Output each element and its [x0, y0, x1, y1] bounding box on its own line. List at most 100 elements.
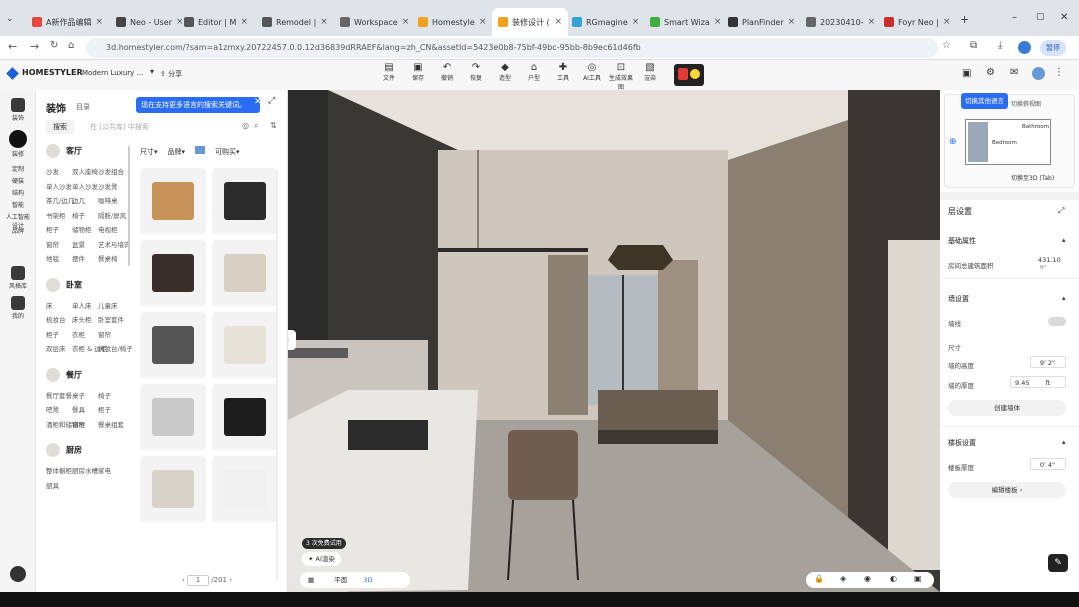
- category-item[interactable]: 沙发组合: [98, 166, 124, 176]
- tab-3[interactable]: Remodel | ×: [256, 8, 332, 36]
- product-card[interactable]: [212, 384, 278, 450]
- close-window-icon[interactable]: ✕: [1060, 12, 1068, 23]
- product-card[interactable]: [212, 240, 278, 306]
- category-item[interactable]: 卧室套件: [98, 314, 124, 324]
- rail-item-0[interactable]: 装饰: [4, 98, 32, 122]
- tab-8[interactable]: Smart Wiza ×: [644, 8, 720, 36]
- toolbar-button-9[interactable]: ▧ 渲染: [637, 62, 663, 82]
- category-header[interactable]: 卧室: [46, 277, 82, 292]
- rail-item-7[interactable]: 品牌: [4, 226, 32, 235]
- toolbar-button-7[interactable]: ◎ AI工具: [579, 62, 605, 82]
- category-header[interactable]: 厨房: [46, 443, 82, 457]
- viewport-3d[interactable]: 3 次免费试用 ✦ AI渲染 ▦ 平面 3D 🔒 ◈ ◉ ◐ ▣ ‹: [288, 90, 940, 592]
- switch-language-tooltip[interactable]: 切换其他语言: [961, 93, 1008, 109]
- category-item[interactable]: 衣柜: [72, 329, 85, 339]
- tab-0[interactable]: A新作品编辑 ×: [26, 8, 102, 36]
- product-card[interactable]: [140, 168, 206, 234]
- category-item[interactable]: 厨房水槽: [72, 465, 98, 475]
- floor-section-header[interactable]: 楼板设置: [948, 438, 1071, 448]
- tab-close-icon[interactable]: ×: [240, 17, 248, 27]
- reload-icon[interactable]: ↻: [50, 40, 58, 51]
- product-card[interactable]: [212, 456, 278, 522]
- category-item[interactable]: 沙发凳: [98, 181, 118, 191]
- category-header[interactable]: 客厅: [46, 144, 82, 158]
- page-input[interactable]: 1: [187, 575, 210, 586]
- category-scrollbar[interactable]: [128, 146, 130, 266]
- grid-scrollbar[interactable]: [276, 170, 278, 580]
- tab-close-icon[interactable]: ×: [554, 17, 562, 27]
- rail-item-3[interactable]: 硬装: [4, 176, 32, 185]
- floorplan-thumbnail[interactable]: Bathroom Bedroom: [965, 119, 1051, 165]
- tab-7[interactable]: RGmagine ×: [566, 8, 642, 36]
- project-name[interactable]: Modern Luxury ...: [82, 69, 143, 77]
- product-card[interactable]: [140, 456, 206, 522]
- category-item[interactable]: 餐厅套餐: [46, 390, 72, 400]
- chevron-up-icon[interactable]: ▴: [1062, 236, 1066, 244]
- category-header[interactable]: 餐厅: [46, 367, 82, 382]
- category-item[interactable]: 床: [46, 300, 53, 310]
- category-item[interactable]: 隔断/屏风: [98, 210, 126, 220]
- rail-item-8[interactable]: 风格库: [4, 266, 32, 290]
- category-item[interactable]: 梳妆台/椅子: [98, 343, 132, 353]
- wall-height-input[interactable]: 9' 2": [1030, 356, 1066, 368]
- download-icon[interactable]: ⤓: [998, 40, 1002, 51]
- ai-render-thumbnail[interactable]: [674, 64, 704, 86]
- category-item[interactable]: 椅子: [72, 210, 85, 220]
- ai-render-button[interactable]: ✦ AI渲染: [302, 552, 341, 566]
- create-wall-button[interactable]: 创建墙体: [948, 400, 1066, 416]
- product-card[interactable]: [140, 384, 206, 450]
- minimap[interactable]: 切换其他语言 切换俯视图 Bathroom Bedroom ⊕ 切换至3D (T…: [944, 93, 1075, 188]
- chevron-up-icon[interactable]: ▴: [1062, 294, 1066, 302]
- category-item[interactable]: 沙发: [46, 166, 59, 176]
- category-item[interactable]: 边几: [72, 195, 85, 205]
- camera-view-icon[interactable]: ◐: [890, 574, 897, 583]
- wall-line-toggle[interactable]: [1048, 317, 1066, 326]
- category-item[interactable]: 梳妆台: [46, 314, 66, 324]
- toolbar-button-2[interactable]: ↶ 撤销: [434, 62, 460, 82]
- minimize-icon[interactable]: –: [1012, 12, 1017, 23]
- tab-close-icon[interactable]: ×: [868, 17, 876, 27]
- switch-3d-label[interactable]: 切换至3D (Tab): [1011, 173, 1054, 182]
- print-icon[interactable]: ▣: [962, 68, 971, 79]
- orbit-icon[interactable]: ◉: [864, 574, 871, 583]
- toolbar-button-4[interactable]: ◆ 造型: [492, 62, 518, 82]
- category-item[interactable]: 柜子: [98, 404, 111, 414]
- tab-5[interactable]: Homestyle ×: [412, 8, 488, 36]
- category-item[interactable]: 吧凳: [46, 404, 59, 414]
- product-card[interactable]: [140, 240, 206, 306]
- category-item[interactable]: 窗帘: [98, 329, 111, 339]
- category-item[interactable]: 餐桌椅: [98, 253, 118, 263]
- category-item[interactable]: 盆景: [72, 239, 85, 249]
- base-attr-header[interactable]: 基础属性: [948, 236, 1071, 246]
- collapse-panel-icon[interactable]: ‹: [288, 330, 296, 350]
- tab-close-icon[interactable]: ×: [943, 17, 951, 27]
- tab-close-icon[interactable]: ×: [95, 17, 102, 27]
- project-menu-chevron-icon[interactable]: ▾: [150, 67, 154, 76]
- category-item[interactable]: 儿童床: [98, 300, 118, 310]
- settings-icon[interactable]: ⚙: [986, 67, 995, 78]
- toolbar-button-8[interactable]: ⊡ 生成效果图: [608, 62, 634, 91]
- filter-dropdown[interactable]: 尺寸▾: [140, 148, 158, 156]
- category-item[interactable]: 椅子: [98, 390, 111, 400]
- product-card[interactable]: [212, 312, 278, 378]
- toolbar-button-3[interactable]: ↷ 恢复: [463, 62, 489, 82]
- tab-11[interactable]: Foyr Neo | ×: [878, 8, 954, 36]
- minimap-top-label[interactable]: 切换俯视图: [1011, 99, 1041, 108]
- search-icon[interactable]: ⌕: [254, 121, 258, 131]
- toolbar-button-0[interactable]: ▤ 文件: [376, 62, 402, 82]
- tab-close-icon[interactable]: ×: [788, 17, 796, 27]
- category-item[interactable]: 双人座椅: [72, 166, 98, 176]
- next-page-icon[interactable]: ›: [229, 576, 232, 584]
- category-item[interactable]: 书架柜: [46, 210, 66, 220]
- tab-close-icon[interactable]: ×: [479, 17, 487, 27]
- tab-close-icon[interactable]: ×: [320, 17, 328, 27]
- layers-icon[interactable]: ▦: [308, 576, 314, 584]
- category-item[interactable]: 单人沙发: [46, 181, 72, 191]
- expand-icon[interactable]: ⤢: [1058, 206, 1064, 216]
- tab-9[interactable]: PlanFinder ×: [722, 8, 798, 36]
- rail-item-4[interactable]: 结构: [4, 188, 32, 197]
- toolbar-button-5[interactable]: ⌂ 户型: [521, 62, 547, 82]
- tab-close-icon[interactable]: ×: [632, 17, 640, 27]
- back-icon[interactable]: ←: [8, 40, 17, 53]
- expand-panel-icon[interactable]: ⤢: [268, 96, 275, 106]
